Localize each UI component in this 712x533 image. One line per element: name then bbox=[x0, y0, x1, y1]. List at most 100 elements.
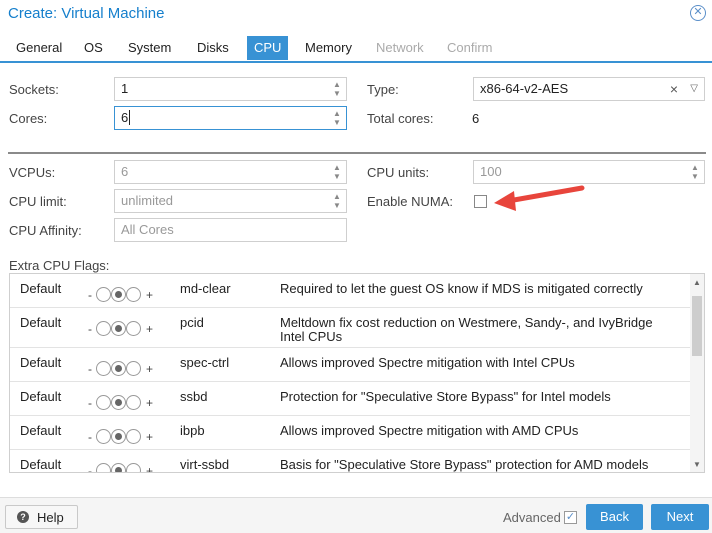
flag-description: Basis for "Speculative Store Bypass" pro… bbox=[280, 457, 649, 472]
back-button[interactable]: Back bbox=[586, 504, 643, 530]
chevron-down-icon[interactable]: ▽ bbox=[690, 78, 698, 100]
scroll-up-icon[interactable]: ▲ bbox=[692, 278, 702, 287]
cpu-affinity-label: CPU Affinity: bbox=[9, 223, 82, 238]
cores-value: 6 bbox=[121, 110, 129, 125]
minus-label: - bbox=[88, 430, 92, 444]
cores-spinner[interactable]: 6 ▲ ▼ bbox=[114, 106, 347, 130]
cpu-limit-spin-icon[interactable]: ▲ ▼ bbox=[332, 192, 342, 210]
radio-default[interactable] bbox=[111, 395, 126, 410]
total-cores-value: 6 bbox=[472, 111, 480, 126]
type-combobox[interactable]: x86-64-v2-AES × ▽ bbox=[473, 77, 705, 101]
annotation-arrow-icon bbox=[494, 185, 585, 211]
tristate-selector: - + bbox=[88, 360, 158, 380]
radio-off[interactable] bbox=[96, 287, 111, 302]
cpu-units-value: 100 bbox=[480, 164, 502, 179]
plus-label: + bbox=[146, 430, 154, 444]
advanced-label: Advanced bbox=[503, 510, 561, 525]
flag-state: Default bbox=[20, 423, 62, 438]
radio-default[interactable] bbox=[111, 321, 126, 336]
cpu-flags-grid: Default - + md-clear Required to let the… bbox=[9, 273, 705, 473]
radio-off[interactable] bbox=[96, 321, 111, 336]
sockets-spin-icon[interactable]: ▲ ▼ bbox=[332, 80, 342, 98]
vcpus-value: 6 bbox=[121, 164, 129, 179]
help-icon: ? bbox=[17, 511, 29, 523]
advanced-checkbox[interactable]: ✓ bbox=[564, 511, 577, 524]
plus-label: + bbox=[146, 464, 154, 473]
sockets-spinner[interactable]: 1 ▲ ▼ bbox=[114, 77, 347, 101]
flags-scrollbar[interactable]: ▲ ▼ bbox=[690, 274, 704, 472]
radio-on[interactable] bbox=[126, 321, 141, 336]
flag-name: md-clear bbox=[180, 281, 231, 296]
cpu-affinity-input[interactable]: All Cores bbox=[114, 218, 347, 242]
radio-off[interactable] bbox=[96, 395, 111, 410]
tristate-selector: - + bbox=[88, 394, 158, 414]
radio-default[interactable] bbox=[111, 287, 126, 302]
cores-label: Cores: bbox=[9, 111, 48, 126]
radio-on[interactable] bbox=[126, 463, 141, 472]
type-value: x86-64-v2-AES bbox=[480, 81, 569, 96]
flag-description: Allows improved Spectre mitigation with … bbox=[280, 355, 575, 370]
flag-name: virt-ssbd bbox=[180, 457, 230, 472]
flag-state: Default bbox=[20, 315, 62, 330]
cpu-units-spin-icon[interactable]: ▲ ▼ bbox=[690, 163, 700, 181]
radio-on[interactable] bbox=[126, 361, 141, 376]
radio-off[interactable] bbox=[96, 361, 111, 376]
flag-description: Required to let the guest OS know if MDS… bbox=[280, 281, 643, 296]
table-row: Default - + md-clear Required to let the… bbox=[10, 274, 690, 308]
plus-label: + bbox=[146, 322, 154, 336]
enable-numa-checkbox[interactable] bbox=[474, 195, 487, 208]
help-button[interactable]: ? Help bbox=[5, 505, 78, 529]
flag-state: Default bbox=[20, 355, 62, 370]
tab-disks[interactable]: Disks bbox=[190, 36, 236, 60]
radio-default[interactable] bbox=[111, 361, 126, 376]
flag-description: Allows improved Spectre mitigation with … bbox=[280, 423, 579, 438]
extra-cpu-flags-label: Extra CPU Flags: bbox=[9, 258, 110, 273]
enable-numa-label: Enable NUMA: bbox=[367, 194, 453, 209]
cores-spin-icon[interactable]: ▲ ▼ bbox=[332, 109, 342, 127]
tab-system[interactable]: System bbox=[121, 36, 178, 60]
vcpus-label: VCPUs: bbox=[9, 165, 56, 180]
table-row: Default - + ibpb Allows improved Spectre… bbox=[10, 416, 690, 450]
tab-network: Network bbox=[376, 40, 424, 55]
radio-off[interactable] bbox=[96, 429, 111, 444]
table-row: Default - + ssbd Protection for "Specula… bbox=[10, 382, 690, 416]
next-button[interactable]: Next bbox=[651, 504, 709, 530]
minus-label: - bbox=[88, 396, 92, 410]
radio-on[interactable] bbox=[126, 287, 141, 302]
radio-on[interactable] bbox=[126, 429, 141, 444]
help-button-label: Help bbox=[37, 510, 64, 525]
scroll-down-icon[interactable]: ▼ bbox=[692, 460, 702, 469]
tristate-selector: - + bbox=[88, 462, 158, 473]
radio-on[interactable] bbox=[126, 395, 141, 410]
scrollbar-thumb[interactable] bbox=[692, 296, 702, 356]
radio-default[interactable] bbox=[111, 429, 126, 444]
tab-general[interactable]: General bbox=[9, 36, 69, 60]
flag-name: ibpb bbox=[180, 423, 205, 438]
table-row: Default - + spec-ctrl Allows improved Sp… bbox=[10, 348, 690, 382]
flag-name: pcid bbox=[180, 315, 204, 330]
cpu-limit-spinner[interactable]: unlimited ▲ ▼ bbox=[114, 189, 347, 213]
vcpus-spinner[interactable]: 6 ▲ ▼ bbox=[114, 160, 347, 184]
flag-name: ssbd bbox=[180, 389, 208, 404]
tristate-selector: - + bbox=[88, 286, 158, 306]
tab-cpu[interactable]: CPU bbox=[247, 36, 289, 60]
dialog-footer: ? Help Advanced ✓ Back Next bbox=[0, 497, 712, 533]
tab-os[interactable]: OS bbox=[77, 36, 110, 60]
minus-label: - bbox=[88, 464, 92, 473]
cpu-limit-value: unlimited bbox=[121, 193, 174, 208]
clear-icon[interactable]: × bbox=[670, 78, 678, 100]
tab-memory[interactable]: Memory bbox=[298, 36, 359, 60]
total-cores-label: Total cores: bbox=[367, 111, 434, 126]
flag-state: Default bbox=[20, 281, 62, 296]
window-titlebar: Create: Virtual Machine ✕ bbox=[0, 0, 712, 30]
flag-description: Protection for "Speculative Store Bypass… bbox=[280, 389, 611, 404]
vcpus-spin-icon[interactable]: ▲ ▼ bbox=[332, 163, 342, 181]
type-label: Type: bbox=[367, 82, 399, 97]
radio-default[interactable] bbox=[111, 463, 126, 472]
sockets-label: Sockets: bbox=[9, 82, 59, 97]
flag-state: Default bbox=[20, 457, 62, 472]
close-icon[interactable]: ✕ bbox=[690, 5, 706, 21]
radio-off[interactable] bbox=[96, 463, 111, 472]
minus-label: - bbox=[88, 288, 92, 302]
sockets-value: 1 bbox=[121, 81, 129, 96]
